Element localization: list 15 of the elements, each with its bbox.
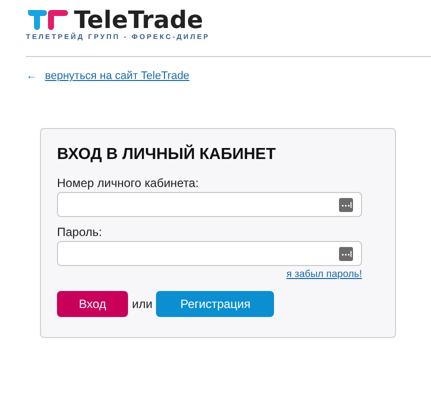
forgot-password-link[interactable]: я забыл пароль! [286,269,362,280]
keyboard-icon[interactable] [339,198,353,212]
back-link[interactable]: вернуться на сайт TeleTrade [45,70,190,82]
logo-icon [26,9,68,31]
login-button[interactable]: Вход [57,291,128,317]
field-label: Номер личного кабинета: [57,176,200,190]
input-field[interactable] [57,241,362,266]
back-arrow-icon[interactable]: ← [26,70,37,82]
field-label: Пароль: [57,225,103,239]
register-button[interactable]: Регистрация [156,291,274,317]
form-title: ВХОД В ЛИЧНЫЙ КАБИНЕТ [57,146,277,164]
keyboard-icon[interactable] [339,246,353,260]
logo-text: TeleTrade [74,6,204,34]
separator-text: или [132,297,152,311]
input-field[interactable] [57,192,362,217]
